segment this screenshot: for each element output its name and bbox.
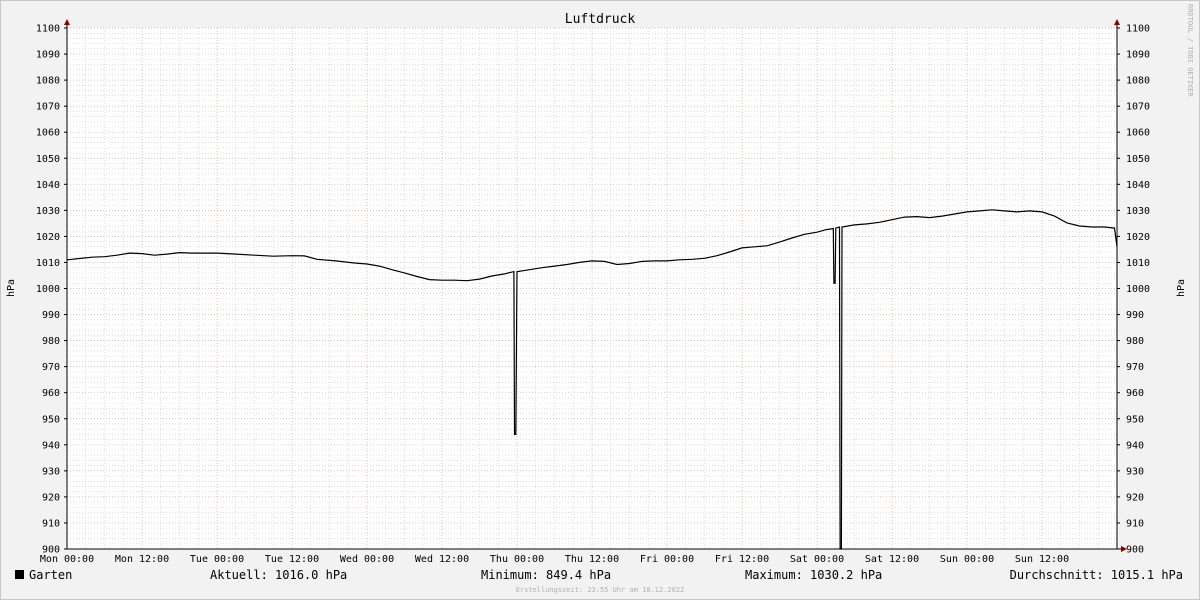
y-tick-label-left: 980: [42, 336, 60, 347]
y-tick-label-left: 1060: [36, 128, 60, 139]
y-tick-label-left: 990: [42, 310, 60, 321]
y-tick-label-right: 1080: [1126, 76, 1150, 87]
legend-series-name: Garten: [29, 568, 72, 582]
x-tick-label: Wed 12:00: [415, 554, 469, 565]
y-tick-label-right: 1060: [1126, 128, 1150, 139]
y-tick-label-right: 970: [1126, 362, 1144, 373]
y-tick-label-left: 940: [42, 440, 60, 451]
x-tick-label: Tue 00:00: [190, 554, 244, 565]
y-tick-label-left: 1000: [36, 284, 60, 295]
y-tick-label-right: 1020: [1126, 232, 1150, 243]
y-tick-label-left: 920: [42, 492, 60, 503]
y-tick-label-left: 1100: [36, 24, 60, 35]
y-tick-label-left: 1050: [36, 154, 60, 165]
y-tick-label-left: 910: [42, 518, 60, 529]
legend-durchschnitt: Durchschnitt: 1015.1 hPa: [1010, 568, 1183, 582]
y-tick-label-right: 920: [1126, 492, 1144, 503]
y-tick-label-right: 930: [1126, 466, 1144, 477]
x-tick-label: Sat 12:00: [865, 554, 919, 565]
y-tick-label-left: 1070: [36, 102, 60, 113]
x-tick-label: Mon 00:00: [40, 554, 94, 565]
y-tick-label-right: 1070: [1126, 102, 1150, 113]
creation-time-footer: Erstellungszeit: 23:55 Uhr am 18.12.2022: [516, 586, 685, 594]
x-tick-label: Sun 12:00: [1015, 554, 1069, 565]
y-tick-label-left: 930: [42, 466, 60, 477]
x-tick-label: Sat 00:00: [790, 554, 844, 565]
y-tick-label-right: 1000: [1126, 284, 1150, 295]
y-tick-label-left: 960: [42, 388, 60, 399]
y-tick-label-left: 950: [42, 414, 60, 425]
y-ticks-right: 900 910 920 930 940 950 960 970 980 990 1000 1010 10…: [1117, 24, 1150, 556]
x-tick-label: Thu 12:00: [565, 554, 619, 565]
y-tick-label-right: 1090: [1126, 50, 1150, 61]
x-tick-label: Thu 00:00: [490, 554, 544, 565]
y-tick-label-right: 1050: [1126, 154, 1150, 165]
x-tick-label: Sun 00:00: [940, 554, 994, 565]
x-tick-label: Fri 00:00: [640, 554, 694, 565]
y-axis-arrow-left: [64, 19, 70, 25]
legend-aktuell: Aktuell: 1016.0 hPa: [210, 568, 347, 582]
y-tick-label-right: 960: [1126, 388, 1144, 399]
y-tick-label-right: 950: [1126, 414, 1144, 425]
y-tick-label-right: 1100: [1126, 24, 1150, 35]
y-tick-label-right: 900: [1126, 545, 1144, 556]
y-tick-label-right: 940: [1126, 440, 1144, 451]
y-ticks-left: 9009109209309409509609709809901000101010…: [36, 24, 67, 556]
x-tick-label: Fri 12:00: [715, 554, 769, 565]
rrdtool-watermark: RRDTOOL / TOBI OETIKER: [1186, 4, 1194, 98]
x-ticks: Mon 00:00 Mon 12:00 Tue 00:00 Tue 12:00 Wed …: [40, 554, 1069, 565]
x-tick-label: Wed 00:00: [340, 554, 394, 565]
chart-title: Luftdruck: [565, 12, 636, 27]
pressure-chart: 900 910 920 930 940 950 960 970 980 990 1000 1010 10…: [0, 0, 1200, 600]
y-tick-label-left: 1030: [36, 206, 60, 217]
y-tick-label-right: 1030: [1126, 206, 1150, 217]
y-axis-label-left: hPa: [6, 279, 17, 297]
y-tick-label-right: 910: [1126, 518, 1144, 529]
y-axis-arrow-right: [1114, 19, 1120, 25]
legend-minimum: Minimum: 849.4 hPa: [481, 568, 611, 582]
x-tick-label: Mon 12:00: [115, 554, 169, 565]
y-tick-label-left: 1010: [36, 258, 60, 269]
y-tick-label-right: 1010: [1126, 258, 1150, 269]
x-tick-label: Tue 12:00: [265, 554, 319, 565]
legend-swatch-garten: [15, 570, 24, 579]
y-axis-label-right: hPa: [1176, 279, 1187, 297]
y-tick-label-right: 990: [1126, 310, 1144, 321]
chart-window: 900 910 920 930 940 950 960 970 980 990 1000 1010 10…: [0, 0, 1200, 600]
y-tick-label-left: 1020: [36, 232, 60, 243]
legend-maximum: Maximum: 1030.2 hPa: [745, 568, 882, 582]
y-tick-label-left: 1090: [36, 50, 60, 61]
y-tick-label-left: 1080: [36, 76, 60, 87]
y-tick-label-left: 1040: [36, 180, 60, 191]
y-tick-label-left: 970: [42, 362, 60, 373]
y-tick-label-right: 1040: [1126, 180, 1150, 191]
y-tick-label-right: 980: [1126, 336, 1144, 347]
